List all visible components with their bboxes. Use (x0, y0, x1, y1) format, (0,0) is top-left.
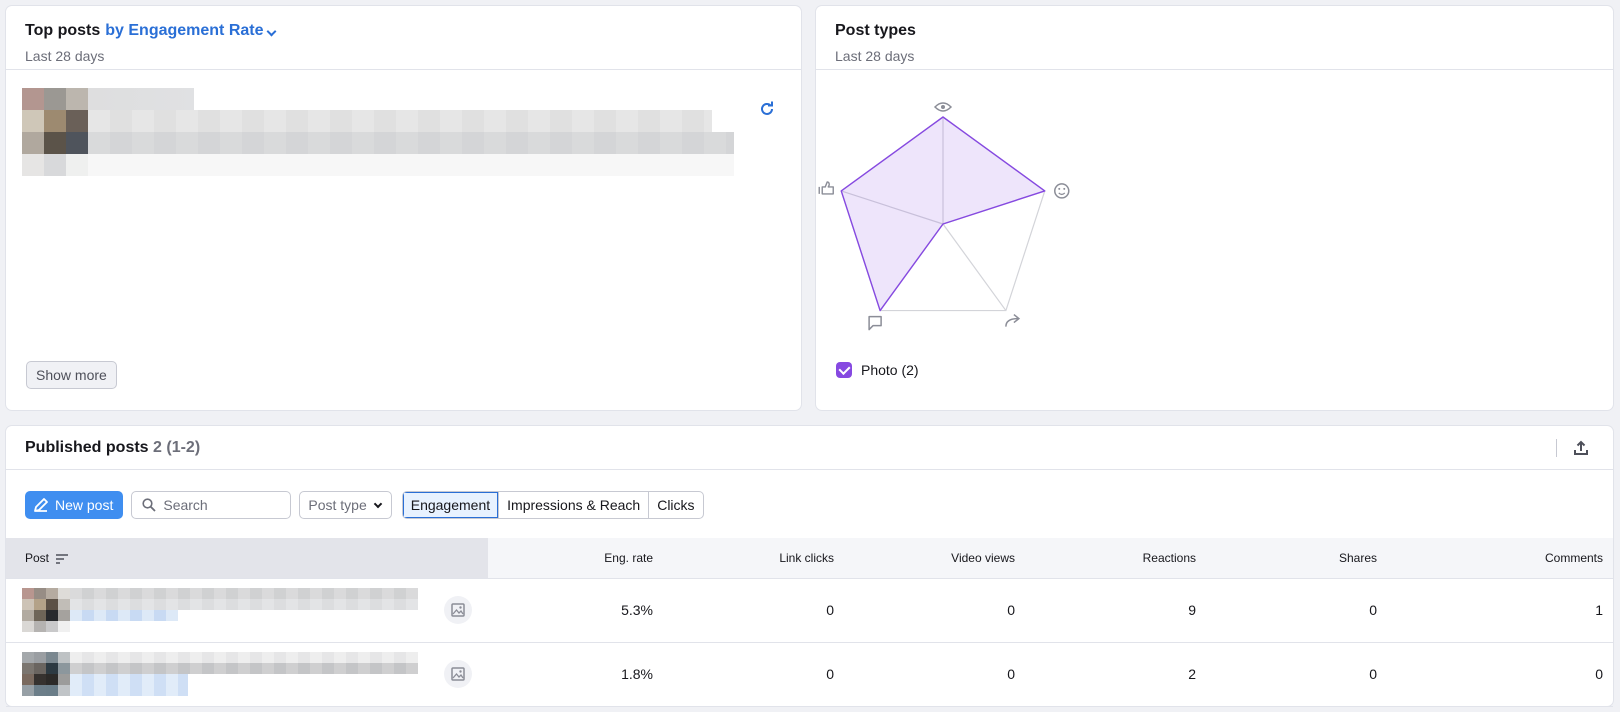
legend-label: Photo (2) (861, 362, 919, 378)
post-type-select[interactable]: Post type (299, 491, 392, 519)
post-thumbnail (22, 88, 88, 176)
blurred-text (22, 110, 712, 132)
posts-table: Post Eng. rate Link clicks Video views R… (6, 538, 1613, 707)
thumbs-up-icon (818, 181, 834, 195)
post-types-header: Post types Last 28 days (816, 6, 1613, 70)
blurred-link (70, 610, 178, 621)
top-post-preview[interactable] (22, 88, 742, 178)
blurred-text (70, 588, 418, 599)
post-cell[interactable] (6, 578, 488, 643)
chevron-down-icon (373, 499, 382, 508)
chevron-down-icon (266, 26, 276, 37)
metric-selector-label: by Engagement Rate (105, 22, 264, 39)
published-posts-card: Published posts 2 (1-2) New post Post ty… (6, 426, 1613, 707)
tab-clicks[interactable]: Clicks (649, 492, 702, 518)
search-icon (142, 498, 156, 512)
eye-icon (933, 102, 953, 112)
radar-axis-line (942, 223, 1007, 311)
top-posts-subtitle: Last 28 days (25, 48, 105, 64)
search-input[interactable] (163, 497, 284, 513)
legend-checkbox[interactable] (836, 362, 852, 378)
radar-series-photo (840, 116, 1046, 312)
column-header-video-views[interactable]: Video views (844, 538, 1025, 579)
share-icon (1005, 313, 1021, 327)
published-posts-title: Published posts 2 (1-2) (25, 439, 200, 456)
new-post-label: New post (55, 497, 114, 513)
header-actions (1556, 436, 1593, 460)
post-cell[interactable] (6, 642, 488, 707)
top-posts-title-text: Top posts (25, 22, 101, 39)
column-header-eng-rate[interactable]: Eng. rate (488, 538, 663, 579)
top-posts-card: Top posts by Engagement Rate Last 28 day… (6, 6, 801, 410)
column-header-reactions[interactable]: Reactions (1025, 538, 1206, 579)
legend-item-photo[interactable]: Photo (2) (836, 362, 919, 378)
video-views-cell: 0 (844, 642, 1025, 707)
photo-type-icon (444, 596, 472, 624)
column-header-link-clicks[interactable]: Link clicks (663, 538, 844, 579)
table-row[interactable]: 5.3% 0 0 9 0 1 (6, 578, 1613, 643)
sort-icon (56, 553, 69, 564)
table-toolbar: New post Post type Engagement Impression… (25, 490, 704, 520)
post-types-title: Post types (835, 22, 916, 39)
blurred-text (22, 132, 734, 154)
radar-chart (818, 102, 1070, 331)
blurred-text (22, 154, 734, 176)
metric-selector[interactable]: by Engagement Rate (105, 22, 276, 40)
export-icon[interactable] (1569, 436, 1593, 460)
eng-rate-cell: 5.3% (488, 578, 663, 643)
smiley-icon (1054, 183, 1070, 199)
comments-cell: 1 (1387, 578, 1613, 643)
blurred-link (70, 674, 188, 696)
search-field[interactable] (131, 491, 292, 519)
column-header-post[interactable]: Post (6, 538, 488, 579)
published-title-text: Published posts (25, 439, 149, 456)
column-header-shares[interactable]: Shares (1206, 538, 1387, 579)
video-views-cell: 0 (844, 578, 1025, 643)
blurred-text (70, 652, 418, 663)
show-more-button[interactable]: Show more (26, 361, 117, 389)
pencil-icon (34, 498, 48, 512)
comments-cell: 0 (1387, 642, 1613, 707)
top-posts-header: Top posts by Engagement Rate Last 28 day… (6, 6, 801, 70)
post-thumbnail (22, 588, 70, 632)
top-posts-title: Top posts by Engagement Rate (25, 22, 782, 40)
photo-type-icon (444, 660, 472, 688)
blurred-text (70, 599, 418, 610)
post-preview[interactable] (22, 588, 442, 632)
post-preview[interactable] (22, 652, 442, 696)
post-types-subtitle: Last 28 days (835, 48, 915, 64)
divider (1556, 439, 1557, 457)
published-count: 2 (1-2) (153, 439, 201, 456)
link-clicks-cell: 0 (663, 578, 844, 643)
post-types-card: Post types Last 28 days Photo (2) (816, 6, 1613, 410)
post-thumbnail (22, 652, 70, 696)
tab-engagement[interactable]: Engagement (402, 492, 500, 518)
metric-tabs: Engagement Impressions & Reach Clicks (401, 491, 704, 519)
new-post-button[interactable]: New post (25, 491, 124, 519)
column-header-comments[interactable]: Comments (1387, 538, 1613, 579)
table-header-row: Post Eng. rate Link clicks Video views R… (6, 538, 1613, 579)
table-row[interactable]: 1.8% 0 0 2 0 0 (6, 642, 1613, 707)
shares-cell: 0 (1206, 642, 1387, 707)
comment-icon (868, 315, 882, 331)
post-type-label: Post type (308, 497, 367, 513)
column-header-label: Post (25, 550, 50, 565)
reactions-cell: 2 (1025, 642, 1206, 707)
published-posts-header: Published posts 2 (1-2) (6, 426, 1613, 470)
tab-impressions-reach[interactable]: Impressions & Reach (499, 492, 650, 518)
shares-cell: 0 (1206, 578, 1387, 643)
reactions-cell: 9 (1025, 578, 1206, 643)
refresh-icon[interactable] (758, 100, 776, 118)
eng-rate-cell: 1.8% (488, 642, 663, 707)
blurred-text (70, 663, 418, 674)
link-clicks-cell: 0 (663, 642, 844, 707)
